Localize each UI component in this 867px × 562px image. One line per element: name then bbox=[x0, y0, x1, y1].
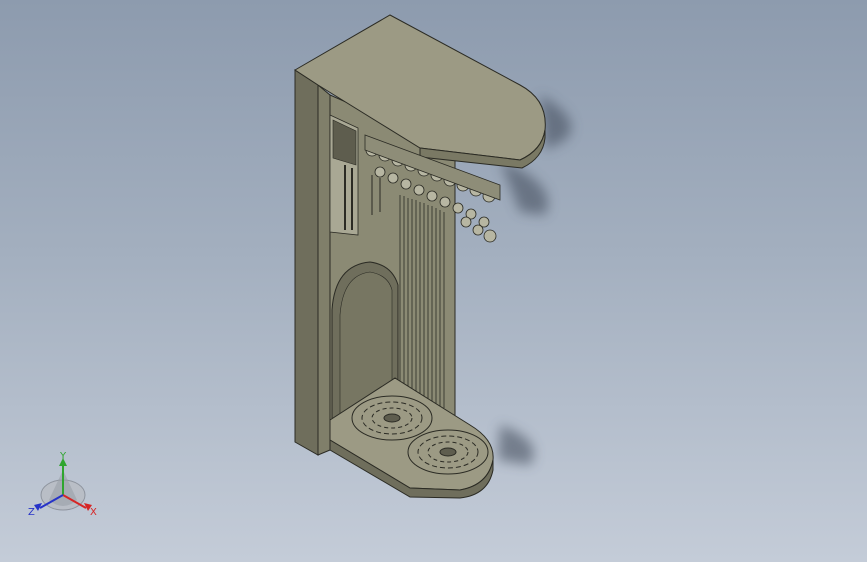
triad-z-label: Z bbox=[28, 507, 35, 518]
triad-x-label: X bbox=[90, 507, 97, 518]
dispenser-body[interactable] bbox=[294, 14, 546, 499]
triad-y-label: Y bbox=[59, 451, 67, 462]
axis-triad[interactable]: Y X Z bbox=[28, 451, 97, 518]
graphics-viewport[interactable]: Y X Z bbox=[0, 0, 867, 562]
model-view[interactable]: Y X Z bbox=[0, 0, 867, 562]
